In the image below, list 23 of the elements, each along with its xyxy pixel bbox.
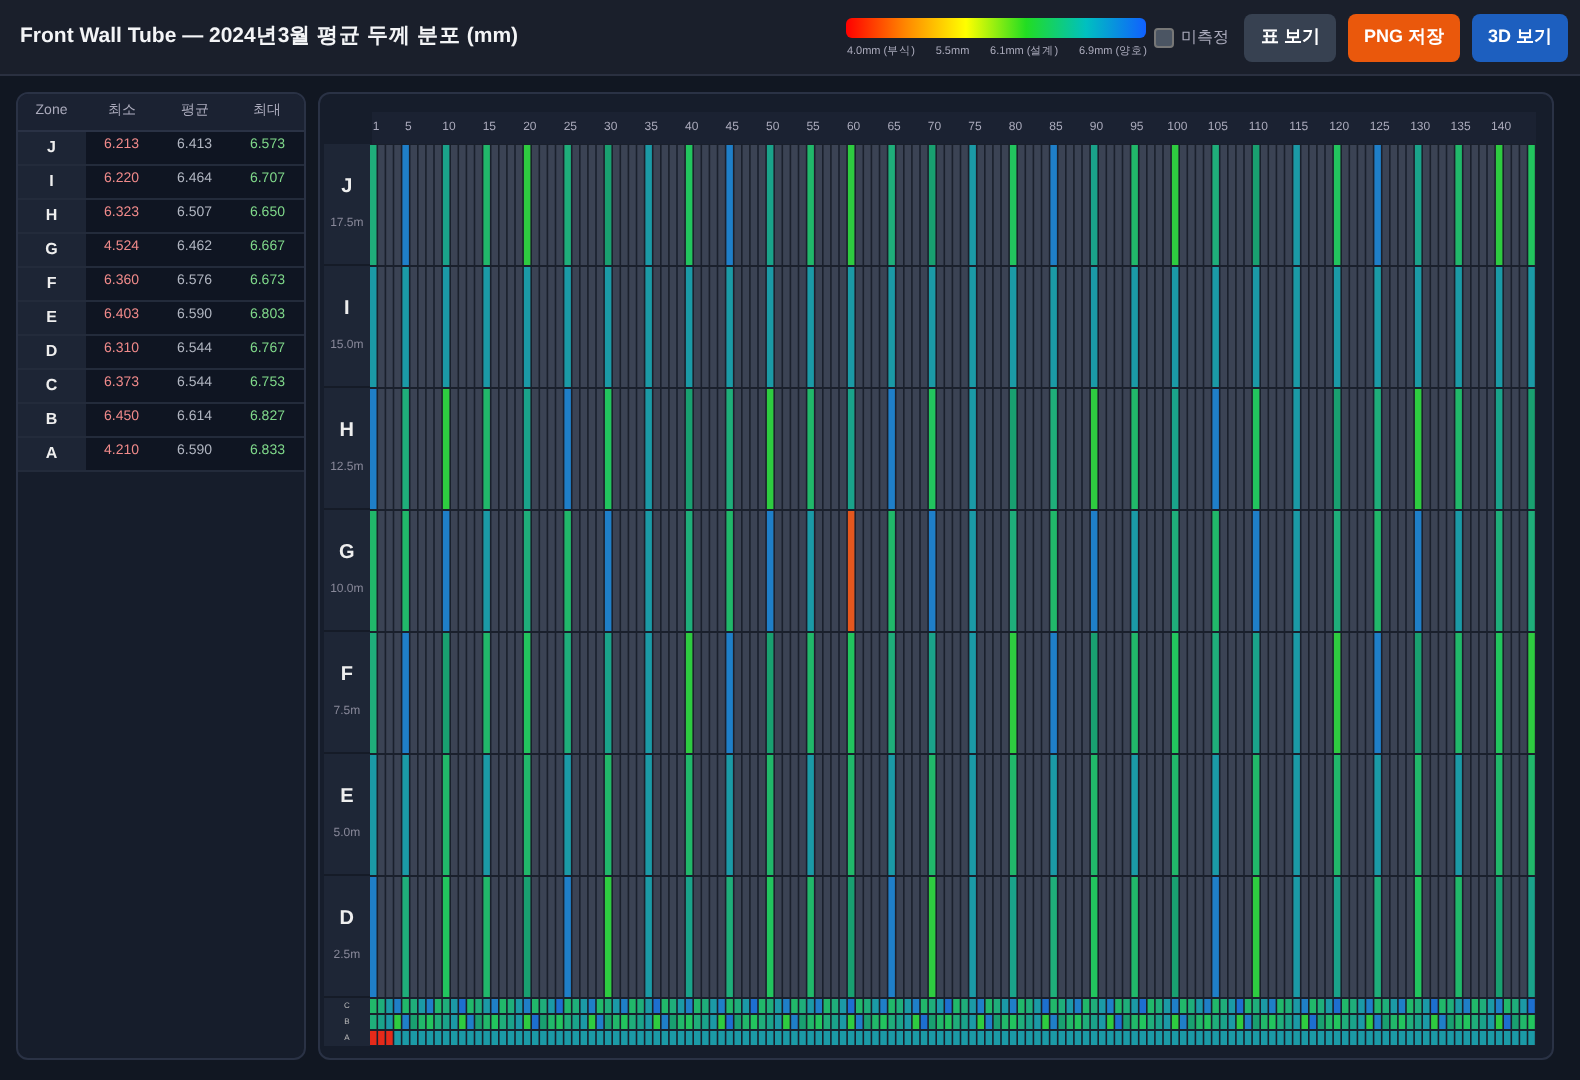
toolbar-button[interactable]: PNG 저장 [1347, 13, 1460, 61]
toolbar-button[interactable]: 3D 보기 [1471, 13, 1568, 61]
zone-cell: F [18, 266, 86, 300]
window-title: Front Wall Tube — 2024년3월 평균 두께 분포 (mm) [20, 21, 519, 52]
zone-cell: J [18, 130, 86, 164]
unmeasured-checkbox[interactable] [1154, 27, 1175, 47]
zone-cell: A [18, 436, 86, 470]
zone-label: I [344, 300, 350, 320]
zone-cell: B [18, 402, 86, 436]
zone-label: G [339, 544, 355, 564]
zone-cell: H [18, 198, 86, 232]
zone-label: F [340, 666, 353, 686]
zone-label: H [339, 422, 355, 442]
zone-cell: D [18, 334, 86, 368]
zone-cell: E [18, 300, 86, 334]
zone-cell: G [18, 232, 86, 266]
zone-label: J [341, 178, 353, 198]
zone-label: E [340, 788, 354, 808]
toolbar-button[interactable]: 표 보기 [1244, 13, 1336, 61]
zone-cell: C [18, 368, 86, 402]
zone-label: D [339, 910, 355, 930]
checkbox-label: 미측정 [1180, 25, 1229, 49]
zone-cell: I [18, 164, 86, 198]
